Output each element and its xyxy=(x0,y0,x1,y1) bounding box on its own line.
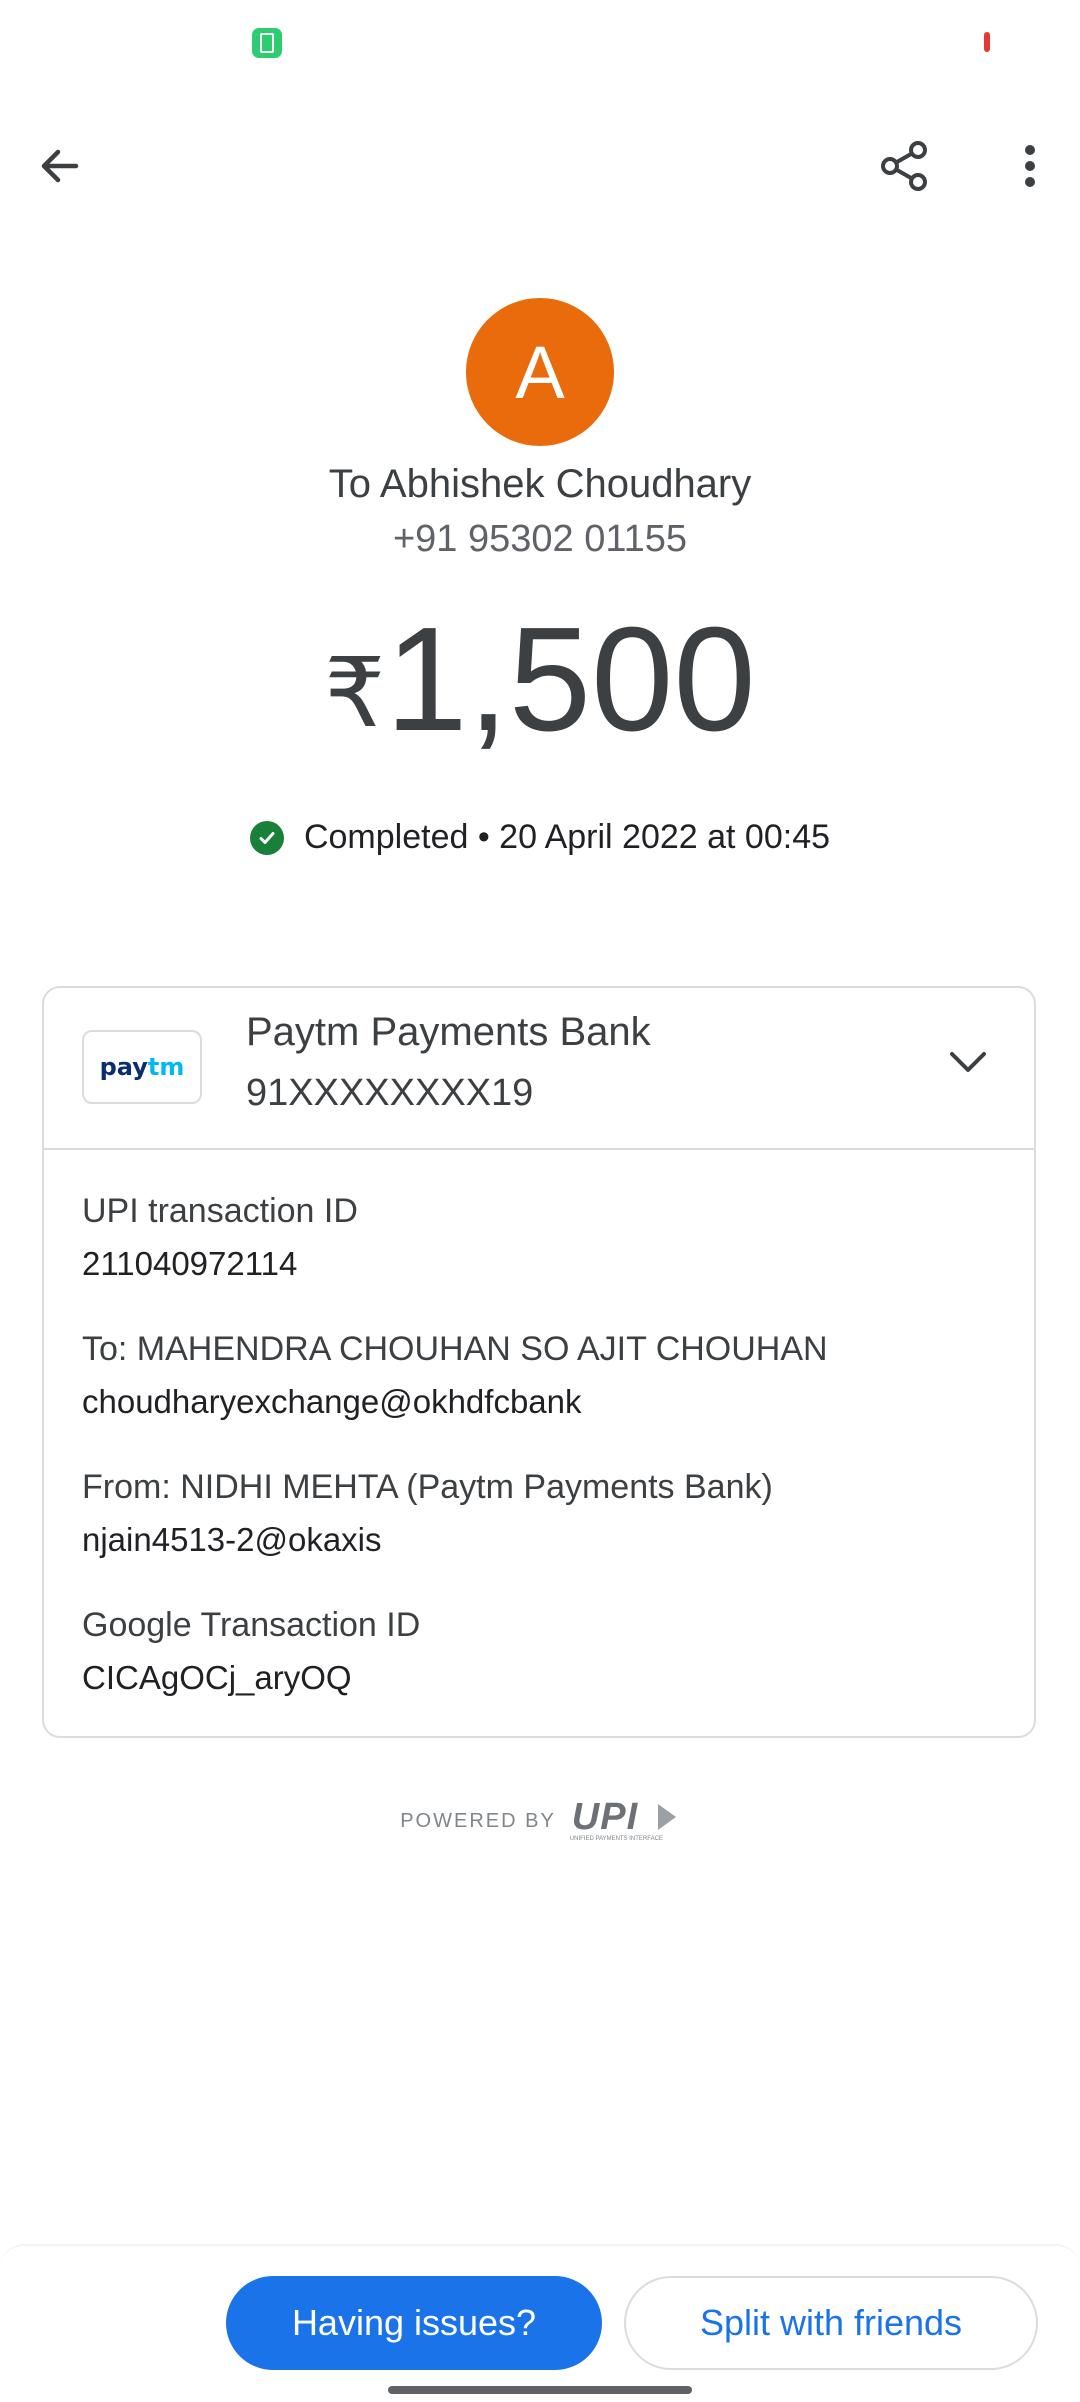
back-arrow-icon[interactable] xyxy=(24,130,96,202)
detail-label: To: MAHENDRA CHOUHAN SO AJIT CHOUHAN xyxy=(82,1330,828,1368)
paytm-logo: pay tm xyxy=(82,1030,202,1104)
bank-account-row[interactable]: pay tm Paytm Payments Bank 91XXXXXXXX19 xyxy=(44,988,1034,1150)
share-icon[interactable] xyxy=(866,128,942,204)
amount: ₹1,500 xyxy=(0,600,1080,806)
having-issues-button[interactable]: Having issues? xyxy=(226,2276,602,2370)
detail-value: choudharyexchange@okhdfcbank xyxy=(82,1383,582,1420)
split-with-friends-button[interactable]: Split with friends xyxy=(624,2276,1038,2370)
avatar: A xyxy=(466,298,614,446)
currency-symbol: ₹ xyxy=(324,640,386,747)
logo-tm: tm xyxy=(147,1053,185,1081)
status-indicator xyxy=(984,32,990,52)
transaction-details-card: pay tm Paytm Payments Bank 91XXXXXXXX19 U… xyxy=(42,986,1036,1738)
detail-to: To: MAHENDRA CHOUHAN SO AJIT CHOUHAN cho… xyxy=(82,1330,828,1421)
home-indicator[interactable] xyxy=(388,2386,692,2394)
upi-logo: UPI UNIFIED PAYMENTS INTERFACE xyxy=(570,1796,680,1846)
upi-tagline: UNIFIED PAYMENTS INTERFACE xyxy=(569,1836,663,1842)
more-vert-icon[interactable] xyxy=(1000,128,1060,204)
powered-by-upi: POWERED BY UPI UNIFIED PAYMENTS INTERFAC… xyxy=(0,1796,1080,1846)
detail-label: From: NIDHI MEHTA (Paytm Payments Bank) xyxy=(82,1468,773,1506)
logo-pay: pay xyxy=(99,1053,148,1081)
payee-name: To Abhishek Choudhary xyxy=(328,462,752,506)
chevron-down-icon[interactable] xyxy=(946,1040,990,1089)
detail-value: CICAgOCj_aryOQ xyxy=(82,1659,352,1696)
detail-value: 211040972114 xyxy=(82,1245,298,1282)
detail-upi-id: UPI transaction ID 211040972114 xyxy=(82,1192,358,1283)
payee-phone: +91 95302 01155 xyxy=(392,518,688,560)
detail-value: njain4513-2@okaxis xyxy=(82,1521,382,1558)
status-text: Completed • 20 April 2022 at 00:45 xyxy=(303,818,831,856)
amount-value: 1,500 xyxy=(385,597,756,762)
battery-icon xyxy=(252,28,282,58)
check-circle-icon xyxy=(249,820,284,855)
detail-label: Google Transaction ID xyxy=(82,1606,421,1644)
detail-label: UPI transaction ID xyxy=(82,1192,358,1230)
detail-google-id: Google Transaction ID CICAgOCj_aryOQ xyxy=(82,1606,420,1697)
bank-name: Paytm Payments Bank xyxy=(246,1010,651,1054)
bank-account-number: 91XXXXXXXX19 xyxy=(246,1072,534,1114)
detail-from: From: NIDHI MEHTA (Paytm Payments Bank) … xyxy=(82,1468,773,1559)
transaction-status: Completed • 20 April 2022 at 00:45 xyxy=(0,818,1080,857)
powered-by-text: POWERED BY xyxy=(400,1809,556,1832)
upi-logo-text: UPI xyxy=(571,1796,639,1838)
